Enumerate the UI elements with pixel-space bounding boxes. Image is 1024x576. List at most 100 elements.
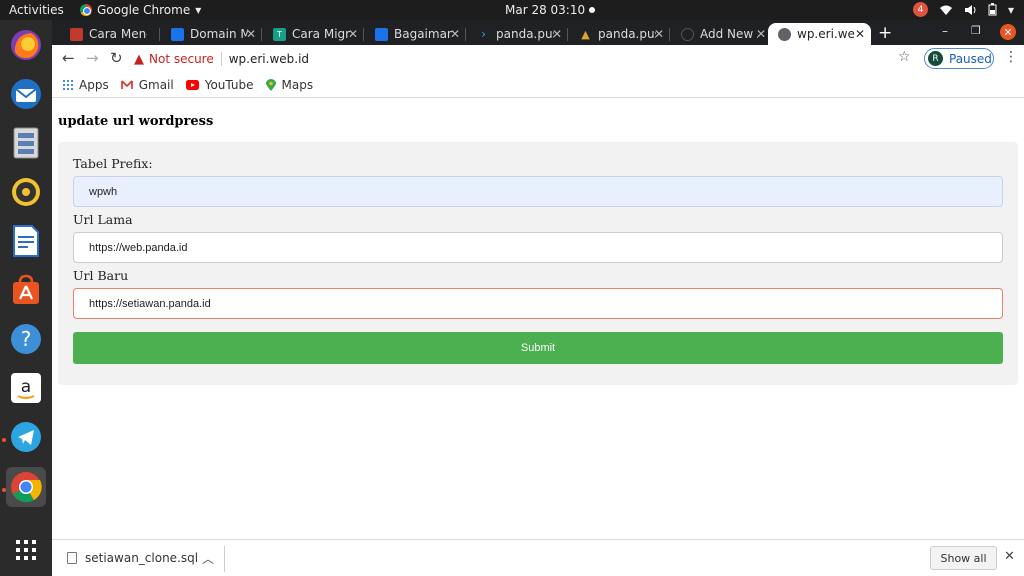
close-icon[interactable]: ✕ <box>756 27 766 41</box>
dock-help[interactable]: ? <box>6 319 46 359</box>
dock-firefox[interactable] <box>6 25 46 65</box>
close-icon[interactable]: ✕ <box>855 27 865 41</box>
software-icon <box>13 274 39 304</box>
tab-5[interactable]: › panda.pus ✕ <box>467 23 568 45</box>
tab-title: Domain M <box>190 27 248 41</box>
globe-icon <box>778 27 791 41</box>
files-icon <box>13 127 39 159</box>
forward-button[interactable]: → <box>86 49 99 67</box>
submit-button[interactable]: Submit <box>73 332 1003 364</box>
bookmarks-bar: Apps Gmail YouTube Maps <box>52 73 1024 98</box>
tab-separator <box>465 28 466 41</box>
sail-icon: ▲ <box>581 27 590 41</box>
url-text: wp.eri.web.id <box>228 52 310 66</box>
tab-7[interactable]: Add New A ✕ <box>671 23 772 45</box>
svg-text:a: a <box>21 377 31 397</box>
shield-icon <box>70 27 83 41</box>
avatar: R <box>928 51 943 66</box>
show-all-button[interactable]: Show all <box>930 546 997 570</box>
dock-telegram[interactable] <box>6 417 46 457</box>
tab-2[interactable]: Domain M ✕ <box>161 23 262 45</box>
download-item[interactable]: setiawan_clone.sql <box>67 551 198 565</box>
bookmark-gmail[interactable]: Gmail <box>120 78 174 92</box>
tab-4[interactable]: Bagaiman ✕ <box>365 23 466 45</box>
dock-thunderbird[interactable] <box>6 74 46 114</box>
ubuntu-dock: ? a <box>0 20 52 576</box>
thunderbird-icon <box>11 79 41 109</box>
tab-3[interactable]: T Cara Migra ✕ <box>263 23 364 45</box>
youtube-icon <box>185 80 199 90</box>
bookmark-youtube[interactable]: YouTube <box>185 78 254 92</box>
chevron-up-icon[interactable]: ︿ <box>202 550 214 567</box>
profile-status: Paused <box>949 51 992 66</box>
chevron-down-icon: ▾ <box>1007 2 1014 17</box>
tab-title: Cara Meng <box>89 27 147 41</box>
dock-amazon[interactable]: a <box>6 368 46 408</box>
notification-badge[interactable]: 4 <box>912 2 928 17</box>
close-icon[interactable]: ✕ <box>552 27 562 41</box>
system-tray[interactable]: 4 ▾ <box>912 2 1014 17</box>
tab-separator <box>159 28 160 41</box>
tab-8-active[interactable]: wp.eri.wel ✕ <box>768 23 871 45</box>
apps-grid-icon <box>63 80 73 90</box>
tab-separator <box>261 28 262 41</box>
new-url-input[interactable] <box>73 288 1003 319</box>
bookmark-label: Gmail <box>138 78 174 92</box>
app-menu[interactable]: Google Chrome ▾ <box>80 3 201 17</box>
dock-writer[interactable] <box>6 221 46 261</box>
dock-rhythmbox[interactable] <box>6 172 46 212</box>
close-icon[interactable]: ✕ <box>348 27 358 41</box>
dock-chrome[interactable] <box>6 467 46 507</box>
bookmark-star-icon[interactable]: ☆ <box>898 49 911 65</box>
back-button[interactable]: ← <box>62 49 75 67</box>
clock[interactable]: Mar 28 03:10 <box>505 3 596 17</box>
menu-kebab-icon[interactable]: ⋮ <box>1004 49 1018 65</box>
app-name: Google Chrome <box>97 3 191 17</box>
dock-software[interactable] <box>6 270 46 310</box>
tab-title: panda.pus <box>496 27 554 41</box>
tab-6[interactable]: ▲ panda.pus ✕ <box>569 23 670 45</box>
amazon-icon: a <box>11 373 41 403</box>
wifi-icon <box>939 5 952 15</box>
tab-title: Add New A <box>700 27 758 41</box>
activities-button[interactable]: Activities <box>9 3 64 17</box>
tab-title: panda.pus <box>598 27 656 41</box>
minimize-button[interactable]: – <box>942 24 948 38</box>
address-bar[interactable]: ▲ Not secure wp.eri.web.id <box>134 48 924 70</box>
bookmark-apps[interactable]: Apps <box>63 78 109 92</box>
tab-separator <box>363 28 364 41</box>
tab-separator <box>669 28 670 41</box>
new-tab-button[interactable]: + <box>878 23 892 43</box>
profile-button[interactable]: R Paused <box>924 48 994 69</box>
bookmark-label: Maps <box>281 78 314 92</box>
tab-1[interactable]: Cara Meng <box>60 23 160 45</box>
chrome-icon <box>80 4 92 16</box>
prefix-label: Tabel Prefix: <box>73 156 153 171</box>
bookmark-maps[interactable]: Maps <box>265 78 314 92</box>
bookmark-label: Apps <box>79 78 109 92</box>
old-url-label: Url Lama <box>73 212 133 227</box>
dock-files[interactable] <box>6 123 46 163</box>
close-icon[interactable]: ✕ <box>1004 549 1015 564</box>
close-icon[interactable]: ✕ <box>450 27 460 41</box>
reload-button[interactable]: ↻ <box>110 49 123 67</box>
maximize-button[interactable]: ❐ <box>971 24 981 37</box>
file-icon <box>67 552 77 564</box>
page-title: update url wordpress <box>58 114 214 129</box>
close-icon[interactable]: ✕ <box>654 27 664 41</box>
maps-pin-icon <box>265 78 276 91</box>
site-icon <box>171 27 184 41</box>
prefix-input[interactable] <box>73 176 1003 207</box>
dock-show-apps[interactable] <box>6 530 46 570</box>
gmail-icon <box>120 80 133 89</box>
form-card: Tabel Prefix: Url Lama Url Baru Submit <box>58 142 1018 385</box>
divider <box>220 52 222 66</box>
chevron-right-icon: › <box>481 27 486 41</box>
close-icon[interactable]: ✕ <box>246 27 256 41</box>
not-secure-label: Not secure <box>149 52 214 66</box>
site-icon <box>375 27 388 41</box>
window-close-button[interactable]: ✕ <box>1000 24 1016 40</box>
chevron-down-icon: ▾ <box>195 3 202 17</box>
help-icon: ? <box>11 324 41 354</box>
old-url-input[interactable] <box>73 232 1003 263</box>
